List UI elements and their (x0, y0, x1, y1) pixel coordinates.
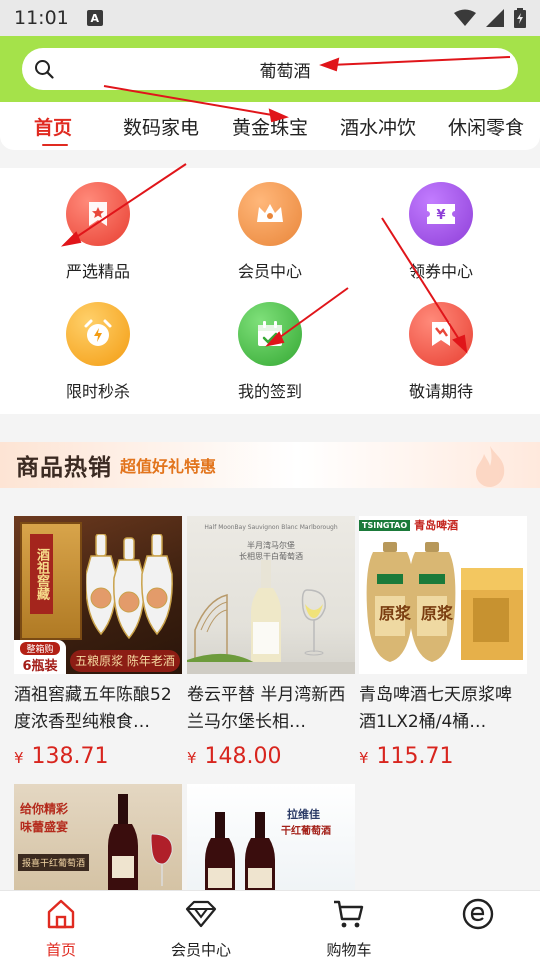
tab-snacks[interactable]: 休闲零食 (448, 113, 524, 140)
product-image[interactable]: TSINGTAO 青岛啤酒 原浆 原浆 (359, 516, 527, 674)
badge-count: 6 (22, 659, 32, 674)
feature-grid: 严选精品 会员中心 ¥ 领券中心 限时秒杀 我的签到 敬请期待 (0, 168, 540, 414)
bookmark-star-icon (66, 182, 130, 246)
tab-gold-jewelry[interactable]: 黄金珠宝 (232, 113, 308, 140)
grid-label: 会员中心 (237, 262, 302, 281)
nav-home[interactable]: 首页 (16, 897, 106, 960)
product-price: ¥138.71 (14, 744, 182, 769)
currency-symbol: ¥ (14, 749, 24, 767)
badge-top: 整箱购 (20, 642, 60, 655)
currency-symbol: ¥ (359, 749, 369, 767)
product-card[interactable]: 酒祖窖藏 整箱购 6瓶装 五粮原浆 陈年老酒 酒祖窖藏五年陈酿52度浓香型纯粮食… (14, 516, 182, 769)
grid-item-coupon-center[interactable]: ¥ 领券中心 (381, 182, 501, 282)
grid-label: 我的签到 (237, 382, 302, 401)
wine-label-en: Half MoonBay Sauvignon Blanc Marlborough (204, 524, 338, 531)
cart-icon (334, 900, 364, 928)
crown-icon (238, 182, 302, 246)
grid-item-selected-goods[interactable]: 严选精品 (38, 182, 158, 282)
wine-bottles-illustration (205, 812, 275, 902)
nav-member-center[interactable]: 会员中心 (156, 897, 246, 960)
tab-digital-appliances[interactable]: 数码家电 (123, 113, 199, 140)
svg-text:¥: ¥ (436, 208, 445, 223)
diamond-icon (185, 900, 217, 928)
nav-profile[interactable] (433, 897, 523, 939)
nav-label: 购物车 (326, 941, 372, 959)
search-input[interactable]: 葡萄酒 (22, 57, 518, 82)
search-header: 葡萄酒 (0, 36, 540, 102)
product-card[interactable]: Half MoonBay Sauvignon Blanc Marlborough… (187, 516, 355, 769)
promo-line-3: 报喜干红葡萄酒 (18, 854, 90, 871)
promo-line-2: 味蕾盛宴 (20, 820, 69, 834)
tsingtao-header: TSINGTAO 青岛啤酒 (359, 516, 527, 534)
price-value: 138.71 (31, 744, 109, 769)
section-subtitle: 超值好礼特惠 (120, 457, 217, 476)
grid-label: 限时秒杀 (65, 382, 130, 401)
wifi-icon (454, 9, 476, 26)
section-title: 商品热销 (16, 455, 112, 481)
brand-cn: 青岛啤酒 (414, 519, 459, 532)
keg-label-2: 原浆 (421, 604, 454, 623)
grid-label: 敬请期待 (408, 382, 473, 401)
product-image[interactable]: Half MoonBay Sauvignon Blanc Marlborough… (187, 516, 355, 674)
wine-label-cn-1: 半月湾马尔堡 (247, 541, 295, 550)
app-screen: 11:01 A 葡萄酒 首页 数码家电 黄金珠宝 酒水冲饮 休闲零食 严选精品 (0, 0, 540, 960)
category-tabs: 首页 数码家电 黄金珠宝 酒水冲饮 休闲零食 (0, 102, 540, 150)
wine-box: 酒祖窖藏 (20, 522, 82, 640)
product-price: ¥115.71 (359, 744, 527, 769)
flame-icon (476, 446, 505, 487)
tab-home[interactable]: 首页 (34, 113, 72, 140)
calendar-check-icon (238, 302, 302, 366)
signal-icon (486, 9, 504, 27)
bottom-nav: 首页 会员中心 购物车 (0, 890, 540, 960)
grid-item-coming-soon[interactable]: 敬请期待 (381, 302, 501, 402)
hot-sale-banner: 商品热销 超值好礼特惠 (0, 442, 540, 488)
count-badge: 整箱购 6瓶装 (14, 640, 66, 674)
red-wine-illustration (108, 794, 173, 894)
wine-bottle-illustration (187, 560, 355, 674)
tab-drinks[interactable]: 酒水冲饮 (340, 113, 416, 140)
keg-label-1: 原浆 (379, 604, 412, 623)
product-price: ¥148.00 (187, 744, 355, 769)
price-value: 115.71 (376, 744, 454, 769)
status-icons (454, 8, 526, 28)
badge-unit: 瓶装 (31, 659, 58, 674)
promo-line-1: 给你精彩 (20, 802, 69, 816)
notification-icon: A (86, 10, 103, 26)
nav-cart[interactable]: 购物车 (304, 897, 394, 960)
box-brand-text: 酒祖窖藏 (30, 534, 53, 614)
grid-label: 严选精品 (65, 262, 130, 281)
active-tab-indicator (42, 144, 68, 146)
product-name[interactable]: 青岛啤酒七天原浆啤酒1LX2桶/4桶… (359, 682, 527, 736)
home-icon (47, 899, 75, 929)
battery-icon (514, 8, 526, 28)
product-card[interactable]: TSINGTAO 青岛啤酒 原浆 原浆 青岛啤酒七天原浆啤酒1LX2桶/4桶… … (359, 516, 527, 769)
coupon-icon: ¥ (409, 182, 473, 246)
currency-symbol: ¥ (187, 749, 197, 767)
grid-label: 领券中心 (408, 262, 473, 281)
status-time: 11:01 (14, 7, 69, 29)
product-tagline: 五粮原浆 陈年老酒 (70, 650, 180, 672)
search-bar[interactable]: 葡萄酒 (22, 48, 518, 90)
nav-label: 会员中心 (170, 941, 231, 959)
search-icon (35, 60, 54, 79)
grid-item-member-center[interactable]: 会员中心 (210, 182, 330, 282)
bookmark-flag-icon (409, 302, 473, 366)
nav-label: 首页 (45, 941, 76, 959)
price-value: 148.00 (204, 744, 282, 769)
brand-en: TSINGTAO (359, 519, 411, 531)
grid-item-check-in[interactable]: 我的签到 (210, 302, 330, 402)
product-image[interactable]: 酒祖窖藏 整箱购 6瓶装 五粮原浆 陈年老酒 (14, 516, 182, 674)
bottles-illustration (85, 533, 178, 652)
grid-item-flash-sale[interactable]: 限时秒杀 (38, 302, 158, 402)
alarm-clock-icon (66, 302, 130, 366)
product-name[interactable]: 卷云平替 半月湾新西兰马尔堡长相… (187, 682, 355, 736)
product-name[interactable]: 酒祖窖藏五年陈酿52度浓香型纯粮食… (14, 682, 182, 736)
e-logo-icon (462, 898, 494, 930)
status-bar: 11:01 A (0, 0, 540, 36)
